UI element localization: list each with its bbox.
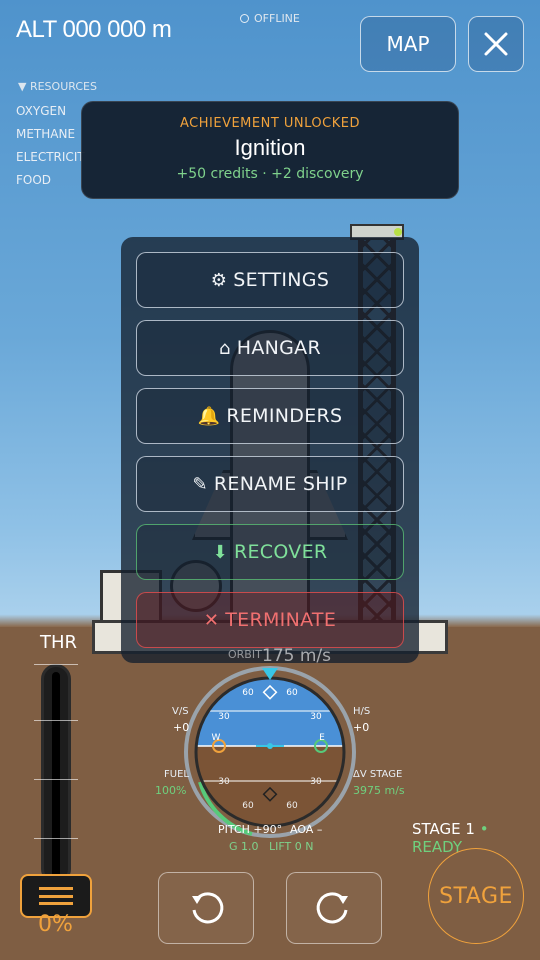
ndl-east-label: E <box>319 733 325 743</box>
throttle-value: 0% <box>38 912 73 937</box>
throttle-tick <box>34 720 78 721</box>
x-icon: ✕ <box>203 609 220 631</box>
ndl-west-label: W <box>212 733 221 743</box>
pause-menu: ⚙ SETTINGS ⌂ HANGAR 🔔 REMINDERS ✎ RENAME… <box>121 237 419 663</box>
throttle-fill <box>52 672 60 882</box>
connection-status: OFFLINE <box>240 12 300 25</box>
pitch-readout: PITCH +90° <box>218 823 283 836</box>
throttle-tick <box>34 664 78 665</box>
rotate-left-button[interactable] <box>158 872 254 944</box>
house-icon: ⌂ <box>219 337 231 359</box>
close-button[interactable] <box>468 16 524 72</box>
altitude-readout: ALT 000 000 m <box>16 16 172 43</box>
close-icon <box>484 32 508 56</box>
achievement-title: Ignition <box>234 135 306 160</box>
tower-beacon-light <box>394 228 402 236</box>
attitude-indicator-icon <box>267 743 273 749</box>
gear-icon: ⚙ <box>210 269 228 291</box>
navball[interactable]: 60 60 30 30 W E 30 30 60 60 <box>182 664 358 840</box>
status-dot-icon <box>240 14 249 23</box>
resources-header[interactable]: ▼ RESOURCES <box>16 80 97 93</box>
map-button[interactable]: MAP <box>360 16 456 72</box>
pencil-icon: ✎ <box>192 473 208 495</box>
delta-v-value: 3975 m/s <box>353 784 405 797</box>
resource-label: FOOD <box>16 172 52 187</box>
connection-status-label: OFFLINE <box>254 12 300 25</box>
stage-number: STAGE 1 <box>412 820 475 838</box>
orbit-speed: 175 m/s <box>262 646 331 666</box>
bell-icon: 🔔 <box>197 405 221 427</box>
throttle-tick <box>34 779 78 780</box>
terminate-label: TERMINATE <box>225 609 337 631</box>
ndl-tick-label: 30 <box>218 712 230 722</box>
delta-v-label: ΔV STAGE <box>353 769 403 780</box>
reminders-button[interactable]: 🔔 REMINDERS <box>136 388 404 444</box>
stage-button[interactable]: STAGE <box>428 848 524 944</box>
recover-button[interactable]: ⬇ RECOVER <box>136 524 404 580</box>
settings-button[interactable]: ⚙ SETTINGS <box>136 252 404 308</box>
ndl-tick-label: 30 <box>310 777 322 787</box>
achievement-kicker: ACHIEVEMENT UNLOCKED <box>180 116 360 131</box>
hangar-button[interactable]: ⌂ HANGAR <box>136 320 404 376</box>
hamburger-icon <box>39 887 73 905</box>
ndl-tick-label: 30 <box>310 712 322 722</box>
hangar-label: HANGAR <box>236 337 321 359</box>
fuel-label: FUEL <box>164 769 189 780</box>
resource-label: METHANE <box>16 126 76 141</box>
throttle-tick <box>34 838 78 839</box>
down-arrow-icon: ⬇ <box>212 541 228 563</box>
vertical-speed-value: +0 <box>173 721 190 734</box>
resource-label: OXYGEN <box>16 103 67 118</box>
ndl-tick-label: 60 <box>286 801 298 811</box>
vertical-speed-label: V/S <box>172 706 189 717</box>
ndl-tick-label: 60 <box>242 801 254 811</box>
recover-label: RECOVER <box>233 541 328 563</box>
horizontal-speed-value: +0 <box>353 721 370 734</box>
ndl-tick-label: 30 <box>218 777 230 787</box>
rotate-right-button[interactable] <box>286 872 382 944</box>
g-force-readout: G 1.0 <box>229 840 259 853</box>
rename-ship-label: RENAME SHIP <box>213 473 348 495</box>
ndl-tick-label: 60 <box>242 688 254 698</box>
aoa-readout: AOA – <box>290 823 323 836</box>
reminders-label: REMINDERS <box>226 405 343 427</box>
settings-label: SETTINGS <box>233 269 330 291</box>
throttle-label: THR <box>40 632 78 653</box>
resource-label: ELECTRICIT <box>16 149 85 164</box>
lift-readout: LIFT 0 N <box>269 840 314 853</box>
achievement-reward: +50 credits · +2 discovery <box>176 166 364 182</box>
fuel-value: 100% <box>155 784 187 797</box>
ndl-tick-label: 60 <box>286 688 298 698</box>
rotate-ccw-icon <box>192 892 224 924</box>
terminate-button[interactable]: ✕ TERMINATE <box>136 592 404 648</box>
horizontal-speed-label: H/S <box>353 706 371 717</box>
rename-ship-button[interactable]: ✎ RENAME SHIP <box>136 456 404 512</box>
achievement-toast: ACHIEVEMENT UNLOCKED Ignition +50 credit… <box>81 101 459 199</box>
orbit-label: ORBIT <box>228 648 262 661</box>
rotate-cw-icon <box>316 892 348 924</box>
